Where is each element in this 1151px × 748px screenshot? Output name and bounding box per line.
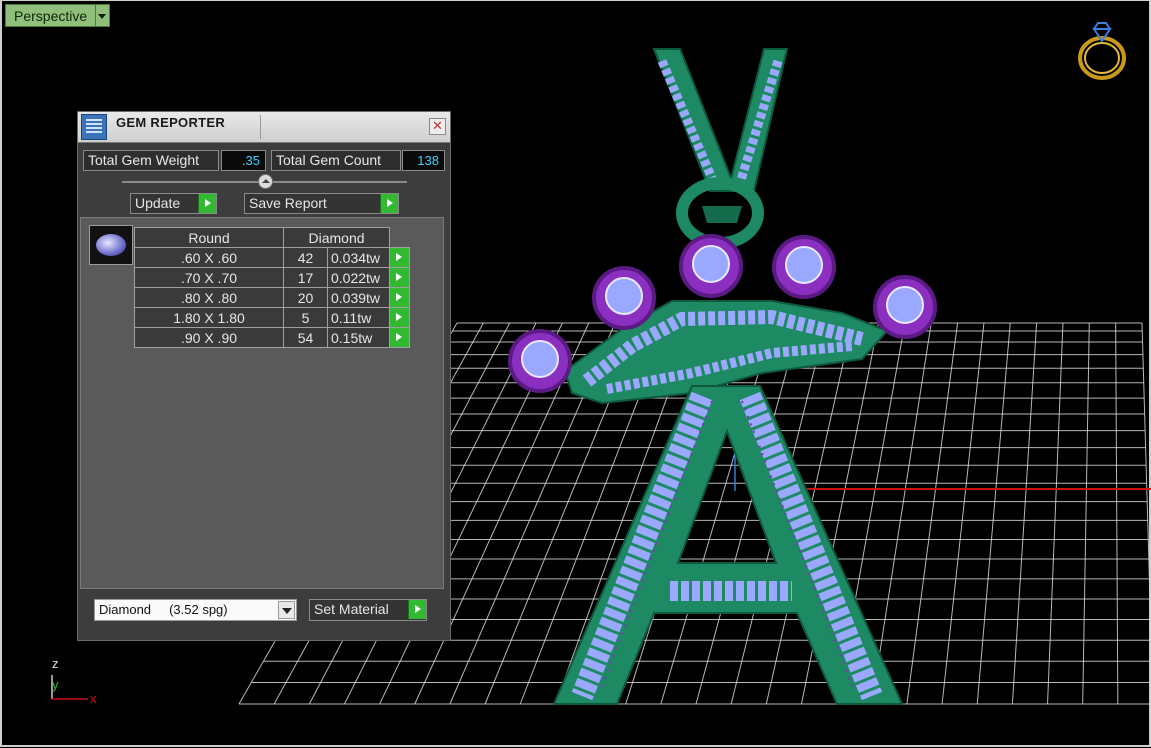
view-label[interactable]: Perspective <box>5 4 97 27</box>
3d-viewport[interactable]: Perspective z y x GEM REPORTER ✕ Total G… <box>0 0 1151 747</box>
update-go-icon[interactable] <box>198 194 216 213</box>
set-material-button-label: Set Material <box>314 601 389 617</box>
axis-z-label: z <box>52 656 59 671</box>
gem-reporter-panel[interactable]: GEM REPORTER ✕ Total Gem Weight .35 Tota… <box>77 111 451 641</box>
total-gem-weight-value: .35 <box>221 150 266 171</box>
table-row[interactable]: 1.80 X 1.80 5 0.11tw <box>134 307 410 328</box>
row-go-button[interactable] <box>389 267 410 288</box>
total-gem-count-label: Total Gem Count <box>271 150 401 171</box>
bezel-stone <box>772 235 836 299</box>
chevron-down-icon[interactable] <box>278 601 295 619</box>
grid-line <box>906 322 959 705</box>
gem-size: .60 X .60 <box>134 247 284 268</box>
update-button[interactable]: Update <box>130 193 217 214</box>
view-dropdown-arrow-icon[interactable] <box>96 4 111 27</box>
gem-count: 20 <box>283 287 328 308</box>
header-spacer <box>390 228 410 248</box>
row-go-button[interactable] <box>389 247 410 268</box>
save-report-button[interactable]: Save Report <box>244 193 399 214</box>
grid-line <box>1047 322 1064 705</box>
update-button-label: Update <box>135 195 181 211</box>
gem-table: Round Diamond .60 X .60 42 0.034tw .70 X… <box>134 227 410 348</box>
gem-weight: 0.034tw <box>327 247 390 268</box>
axis-x-label: x <box>90 691 97 706</box>
play-arrow-icon <box>396 273 402 281</box>
grid-line <box>1011 322 1038 705</box>
material-select-value: Diamond (3.52 spg) <box>99 602 228 617</box>
round-diamond-thumbnail[interactable] <box>89 225 133 265</box>
gem-size: .80 X .80 <box>134 287 284 308</box>
gem-weight: 0.039tw <box>327 287 390 308</box>
row-go-button[interactable] <box>389 307 410 328</box>
grid-line <box>1141 322 1151 653</box>
close-icon[interactable]: ✕ <box>429 118 446 135</box>
axis-indicator: z y x <box>44 653 114 708</box>
gem-table-header: Round Diamond <box>134 227 410 248</box>
grid-line <box>1082 322 1090 705</box>
gem-weight: 0.15tw <box>327 327 390 348</box>
play-arrow-icon <box>396 253 402 261</box>
slider-handle[interactable] <box>258 174 273 189</box>
gem-count: 54 <box>283 327 328 348</box>
gem-size: .70 X .70 <box>134 267 284 288</box>
gem-reporter-titlebar[interactable]: GEM REPORTER ✕ <box>78 112 450 143</box>
gem-weight: 0.022tw <box>327 267 390 288</box>
save-report-go-icon[interactable] <box>380 194 398 213</box>
row-go-button[interactable] <box>389 287 410 308</box>
material-select[interactable]: Diamond (3.52 spg) <box>94 599 297 621</box>
table-row[interactable]: .90 X .90 54 0.15tw <box>134 327 410 348</box>
row-go-button[interactable] <box>389 327 410 348</box>
grid-line <box>941 322 985 705</box>
material-header: Diamond <box>283 227 390 248</box>
gem-reporter-title: GEM REPORTER <box>116 115 226 130</box>
gem-size: 1.80 X 1.80 <box>134 307 284 328</box>
ring-icon[interactable] <box>1072 15 1132 81</box>
gem-count: 42 <box>283 247 328 268</box>
titlebar-divider <box>260 115 261 139</box>
play-arrow-icon <box>396 293 402 301</box>
gem-weight: 0.11tw <box>327 307 390 328</box>
total-gem-count-value: 138 <box>402 150 445 171</box>
total-gem-weight-label: Total Gem Weight <box>83 150 219 171</box>
bezel-stone <box>679 234 743 298</box>
bezel-stone <box>508 329 572 393</box>
save-report-button-label: Save Report <box>249 195 327 211</box>
grid-line <box>1115 322 1119 705</box>
grid-line <box>976 322 1011 705</box>
table-row[interactable]: .60 X .60 42 0.034tw <box>134 247 410 268</box>
view-selector[interactable]: Perspective <box>5 4 111 27</box>
grid-line <box>871 322 932 705</box>
bezel-stone <box>873 275 937 339</box>
table-row[interactable]: .70 X .70 17 0.022tw <box>134 267 410 288</box>
gem-count: 17 <box>283 267 328 288</box>
letter-a <box>552 385 904 705</box>
play-arrow-icon <box>396 313 402 321</box>
gem-reporter-app-icon <box>81 114 107 140</box>
axis-y-label: y <box>52 677 59 692</box>
bezel-stone <box>592 266 656 330</box>
set-material-go-icon[interactable] <box>408 600 426 619</box>
play-arrow-icon <box>396 333 402 341</box>
pendant-model[interactable] <box>508 48 937 705</box>
gem-count: 5 <box>283 307 328 328</box>
shape-header: Round <box>134 227 284 248</box>
set-material-button[interactable]: Set Material <box>309 599 427 621</box>
bail <box>652 48 789 249</box>
gem-size: .90 X .90 <box>134 327 284 348</box>
table-row[interactable]: .80 X .80 20 0.039tw <box>134 287 410 308</box>
